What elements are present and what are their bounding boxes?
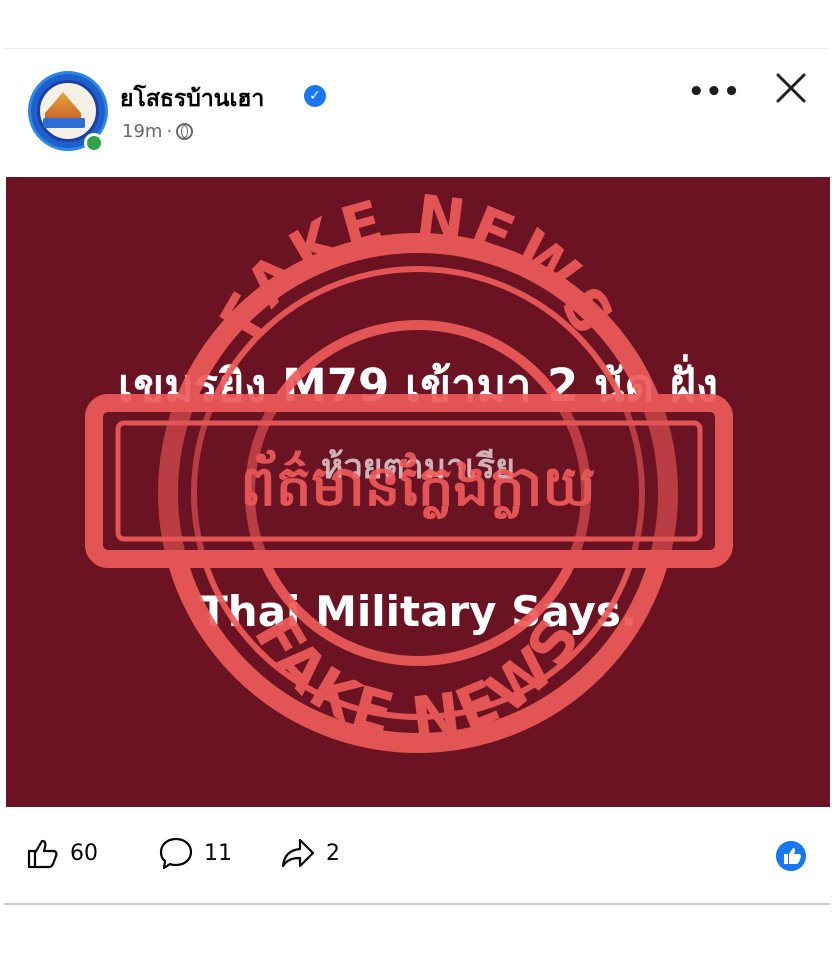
comment-button[interactable]: 11	[158, 837, 232, 870]
stamp-bottom-text: FAKE NEWS	[241, 604, 595, 753]
share-icon	[281, 838, 315, 868]
share-button[interactable]: 2	[280, 837, 340, 869]
fake-news-stamp: FAKE NEWS FAKE NEWS ព័ត៌មានក្លែងក្លាយ	[85, 182, 733, 753]
like-count: 60	[70, 840, 98, 866]
share-count: 2	[326, 840, 340, 866]
stamp-banner-text: ព័ត៌មានក្លែងក្លាយ	[240, 449, 595, 519]
more-options-icon[interactable]: •••	[688, 77, 741, 107]
page-name[interactable]: ยโสธรบ้านเฮา	[120, 81, 264, 117]
like-button[interactable]: 60	[26, 837, 98, 869]
meta-separator: ·	[166, 121, 173, 142]
globe-icon[interactable]	[176, 123, 194, 140]
post-actions: 60 11 2	[4, 819, 830, 889]
post-card: ยโสธรบ้านเฮา ✓ 19m · ••• เขมรยิง M79 เข้า…	[4, 48, 830, 905]
post-meta: 19m ·	[122, 121, 194, 142]
comment-count: 11	[204, 840, 232, 866]
thumbs-up-icon	[27, 839, 58, 869]
online-status-dot	[84, 133, 104, 153]
post-image[interactable]: เขมรยิง M79 เข้ามา 2 นัด ฝั่ง ห้วยตามาเร…	[6, 177, 830, 807]
avatar-base-shape	[43, 118, 85, 128]
verified-badge-icon: ✓	[304, 85, 326, 107]
close-icon[interactable]	[774, 71, 808, 105]
post-time[interactable]: 19m	[122, 121, 162, 142]
comment-icon	[159, 837, 193, 870]
like-reaction-icon[interactable]	[776, 841, 806, 871]
